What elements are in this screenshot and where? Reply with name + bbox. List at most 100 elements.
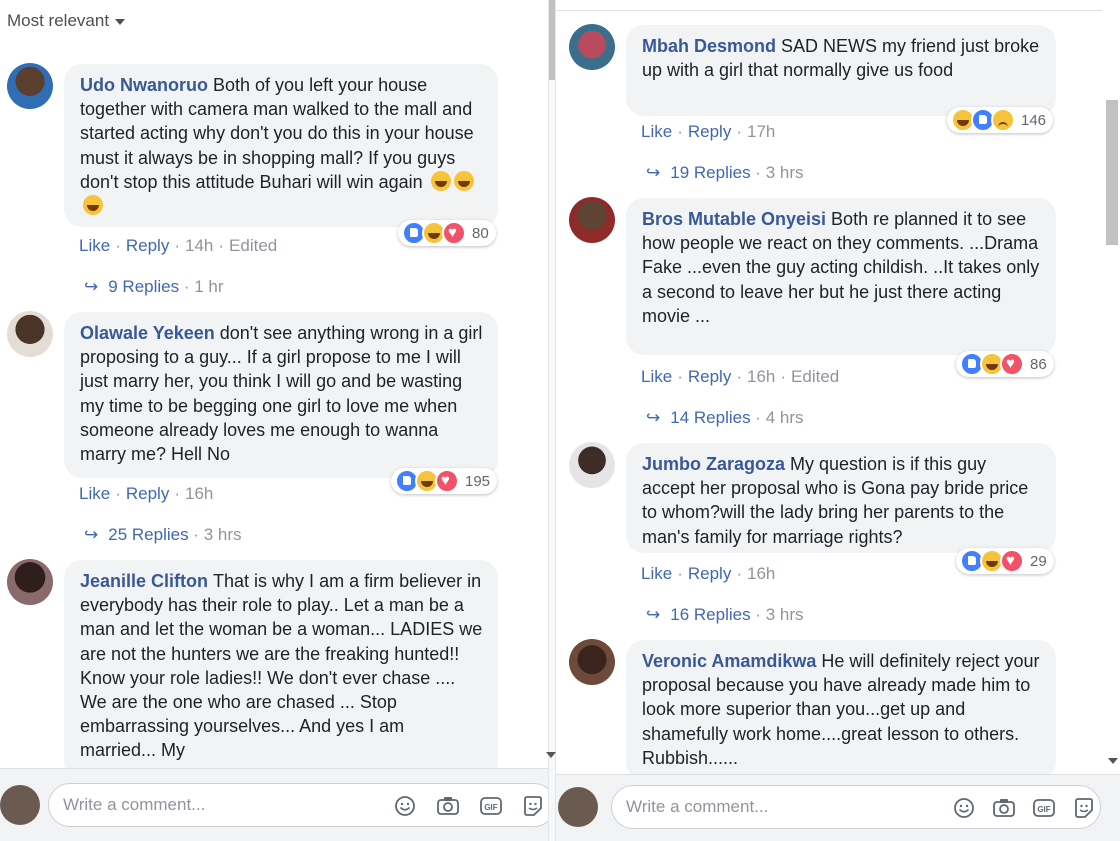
replies-count: 14 Replies bbox=[670, 408, 751, 427]
comment-time[interactable]: 17h bbox=[747, 122, 775, 141]
comment-bubble: Udo Nwanoruo Both of you left your house … bbox=[64, 64, 498, 227]
grinning-squint-emoji-icon bbox=[83, 195, 103, 216]
like-link[interactable]: Like bbox=[79, 484, 110, 503]
comment-composer: Write a comment... GIF bbox=[0, 768, 548, 841]
comment-text: That is why I am a firm believer in ever… bbox=[80, 571, 483, 761]
comment-author[interactable]: Jeanille Clifton bbox=[80, 571, 208, 591]
gif-label: GIF bbox=[484, 803, 497, 812]
smiley-icon[interactable] bbox=[952, 796, 976, 820]
reaction-summary[interactable]: 29 bbox=[956, 548, 1054, 574]
comment-input-placeholder: Write a comment... bbox=[63, 795, 206, 814]
comment-actions: Like · Reply · 16h bbox=[641, 564, 776, 583]
comment-author[interactable]: Veronic Amamdikwa bbox=[642, 651, 816, 671]
view-replies-link[interactable]: ↪ 19 Replies · 3 hrs bbox=[646, 163, 803, 183]
right-comments-panel: Mbah Desmond SAD NEWS my friend just brok… bbox=[556, 0, 1120, 841]
reaction-count: 146 bbox=[1021, 111, 1047, 129]
like-link[interactable]: Like bbox=[79, 236, 110, 255]
reaction-summary[interactable]: 195 bbox=[391, 468, 498, 494]
reaction-summary[interactable]: 86 bbox=[956, 351, 1054, 377]
avatar[interactable] bbox=[569, 442, 615, 488]
scroll-down-arrow-icon[interactable] bbox=[1108, 758, 1118, 764]
comment-author[interactable]: Bros Mutable Onyeisi bbox=[642, 209, 826, 229]
comment-composer: Write a comment... GIF bbox=[556, 774, 1120, 841]
edited-label[interactable]: Edited bbox=[791, 367, 839, 386]
comment-author[interactable]: Udo Nwanoruo bbox=[80, 75, 208, 95]
comment-input[interactable]: Write a comment... GIF bbox=[48, 783, 548, 827]
reply-arrow-icon: ↪ bbox=[646, 408, 661, 427]
comment-bubble: Jumbo Zaragoza My question is if this guy… bbox=[626, 443, 1056, 553]
comment-bubble: Olawale Yekeen don't see anything wrong i… bbox=[64, 312, 498, 478]
sticker-icon[interactable] bbox=[1072, 796, 1096, 820]
avatar[interactable] bbox=[569, 639, 615, 685]
avatar[interactable] bbox=[7, 559, 53, 605]
panel-divider bbox=[546, 0, 556, 841]
gif-icon[interactable]: GIF bbox=[479, 794, 503, 818]
comment-time[interactable]: 16h bbox=[185, 484, 213, 503]
replies-time: 3 hrs bbox=[765, 163, 804, 182]
camera-icon[interactable] bbox=[436, 794, 460, 818]
replies-time: 4 hrs bbox=[765, 408, 804, 427]
view-replies-link[interactable]: ↪ 16 Replies · 3 hrs bbox=[646, 605, 803, 625]
like-link[interactable]: Like bbox=[641, 122, 672, 141]
scroll-down-arrow-icon[interactable] bbox=[546, 752, 556, 758]
view-replies-link[interactable]: ↪ 9 Replies · 1 hr bbox=[84, 277, 224, 297]
reaction-count: 86 bbox=[1030, 355, 1047, 373]
avatar[interactable] bbox=[569, 24, 615, 70]
comment-author[interactable]: Jumbo Zaragoza bbox=[642, 454, 785, 474]
current-user-avatar bbox=[558, 787, 598, 827]
edited-label[interactable]: Edited bbox=[229, 236, 277, 255]
sort-label: Most relevant bbox=[7, 11, 110, 30]
chevron-down-icon bbox=[115, 18, 126, 25]
gif-label: GIF bbox=[1037, 805, 1050, 814]
avatar[interactable] bbox=[569, 197, 615, 243]
replies-count: 9 Replies bbox=[108, 277, 180, 296]
love-reaction-icon bbox=[1000, 352, 1024, 376]
reaction-count: 29 bbox=[1030, 552, 1047, 570]
reaction-count: 80 bbox=[472, 224, 489, 242]
gif-icon[interactable]: GIF bbox=[1032, 796, 1056, 820]
sticker-icon[interactable] bbox=[521, 794, 545, 818]
replies-count: 16 Replies bbox=[670, 605, 751, 624]
comment-actions: Like · Reply · 14h · Edited bbox=[79, 236, 278, 255]
avatar[interactable] bbox=[7, 311, 53, 357]
replies-time: 3 hrs bbox=[765, 605, 804, 624]
reply-link[interactable]: Reply bbox=[688, 122, 731, 141]
replies-time: 3 hrs bbox=[203, 525, 242, 544]
smiley-icon[interactable] bbox=[393, 794, 417, 818]
love-reaction-icon bbox=[1000, 549, 1024, 573]
comment-author[interactable]: Olawale Yekeen bbox=[80, 323, 215, 343]
comment-time[interactable]: 16h bbox=[747, 367, 775, 386]
comment-text: don't see anything wrong in a girl propo… bbox=[80, 323, 483, 465]
reply-link[interactable]: Reply bbox=[126, 484, 169, 503]
comment-bubble: Jeanille Clifton That is why I am a firm … bbox=[64, 560, 498, 780]
reply-link[interactable]: Reply bbox=[688, 564, 731, 583]
scrollbar-thumb[interactable] bbox=[1106, 100, 1118, 245]
reply-arrow-icon: ↪ bbox=[646, 163, 661, 182]
comment-input-placeholder: Write a comment... bbox=[626, 797, 769, 816]
grinning-squint-emoji-icon bbox=[453, 170, 474, 191]
comment-author[interactable]: Mbah Desmond bbox=[642, 36, 776, 56]
comment-time[interactable]: 16h bbox=[747, 564, 775, 583]
like-link[interactable]: Like bbox=[641, 564, 672, 583]
comment-bubble: Mbah Desmond SAD NEWS my friend just brok… bbox=[626, 25, 1056, 116]
top-border bbox=[556, 0, 1102, 11]
comment-input[interactable]: Write a comment... GIF bbox=[611, 785, 1101, 829]
scrollbar-thumb[interactable] bbox=[549, 0, 555, 80]
reaction-summary[interactable]: 146 bbox=[947, 107, 1054, 133]
reply-link[interactable]: Reply bbox=[126, 236, 169, 255]
camera-icon[interactable] bbox=[992, 796, 1016, 820]
sort-dropdown[interactable]: Most relevant bbox=[7, 11, 126, 31]
grinning-squint-emoji-icon bbox=[430, 170, 451, 191]
left-comments-panel: Most relevant Udo Nwanoruo Both of you le… bbox=[0, 0, 548, 841]
comment-actions: Like · Reply · 16h · Edited bbox=[641, 367, 840, 386]
current-user-avatar bbox=[0, 785, 40, 825]
comment-time[interactable]: 14h bbox=[185, 236, 213, 255]
like-link[interactable]: Like bbox=[641, 367, 672, 386]
replies-count: 25 Replies bbox=[108, 525, 189, 544]
view-replies-link[interactable]: ↪ 14 Replies · 4 hrs bbox=[646, 408, 803, 428]
avatar[interactable] bbox=[7, 63, 53, 109]
reply-link[interactable]: Reply bbox=[688, 367, 731, 386]
reaction-count: 195 bbox=[465, 472, 491, 490]
view-replies-link[interactable]: ↪ 25 Replies · 3 hrs bbox=[84, 525, 241, 545]
reaction-summary[interactable]: 80 bbox=[398, 220, 496, 246]
